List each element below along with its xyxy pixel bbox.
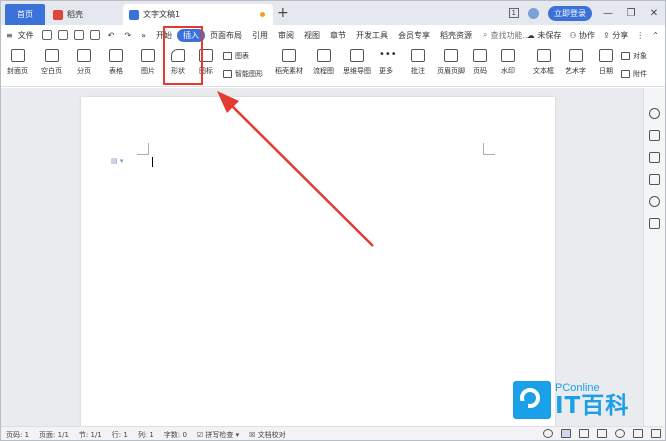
status-page-number: 页码: 1	[6, 430, 30, 439]
eye-protect-icon[interactable]	[543, 429, 553, 438]
outline-view-icon[interactable]	[579, 429, 589, 438]
pconline-watermark: PConline IT百科	[513, 381, 629, 419]
status-column: 列: 1	[137, 430, 154, 439]
arrow-shaft	[228, 102, 374, 247]
fullscreen-icon[interactable]	[651, 429, 661, 438]
pconline-logo-icon	[513, 381, 551, 419]
status-bar: 页码: 1 页面: 1/1 节: 1/1 行: 1 列: 1 字数: 0 ☑ 拼…	[1, 426, 665, 440]
proofread-button[interactable]: ☒ 文档校对	[244, 430, 291, 440]
watermark-text: PConline IT百科	[555, 382, 629, 418]
annotation-arrow	[217, 91, 374, 247]
app-window: 首页 稻壳 文字文稿1 + 1 立即登录 — ❐ ✕ ≡ 文件 ↶ ↷ » 开始	[0, 0, 666, 441]
view-mode-controls	[543, 429, 661, 438]
reading-view-icon[interactable]	[597, 429, 607, 438]
page-view-icon[interactable]	[561, 429, 571, 438]
watermark-title: IT百科	[555, 393, 630, 419]
pen-icon[interactable]	[633, 429, 643, 438]
status-line: 行: 1	[111, 430, 128, 439]
web-view-icon[interactable]	[615, 429, 625, 438]
spell-check-label: 拼写检查	[205, 430, 234, 439]
proofread-label: 文档校对	[257, 430, 286, 439]
spell-check-button[interactable]: ☑ 拼写检查 ▾	[192, 430, 244, 440]
status-word-count[interactable]: 字数: 0	[159, 430, 192, 440]
status-pages: 页面: 1/1	[39, 430, 69, 439]
status-section: 节: 1/1	[78, 430, 102, 439]
